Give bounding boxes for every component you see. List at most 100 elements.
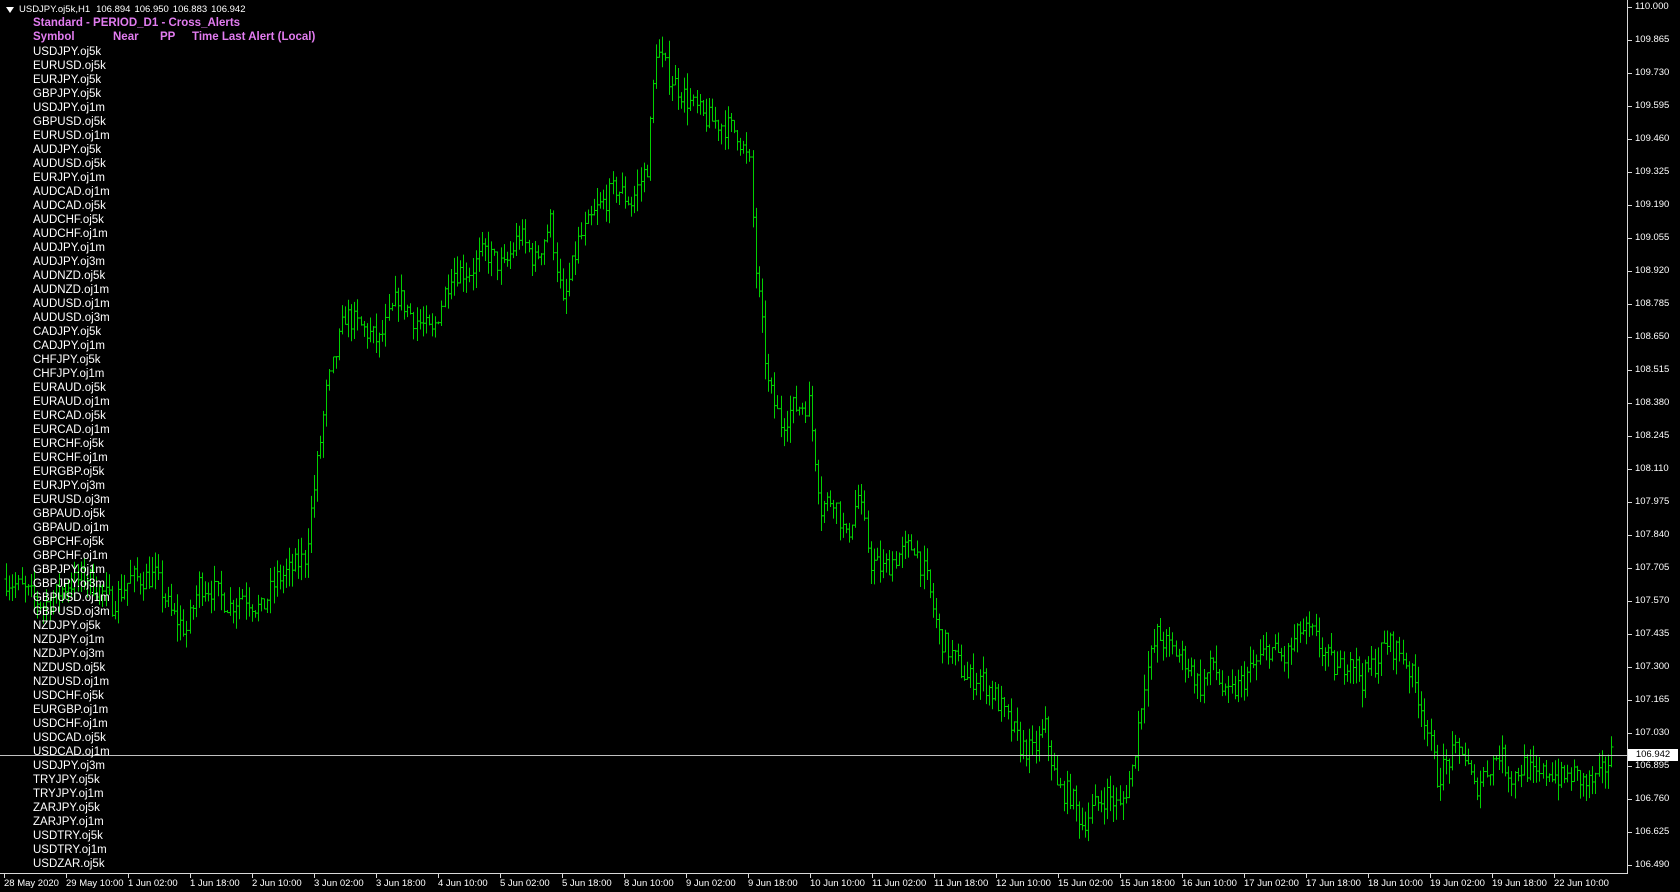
ohlc-bar: [1572, 759, 1577, 783]
time-tick-label: 15 Jun 18:00: [1120, 878, 1175, 889]
ohlc-bar: [1351, 659, 1356, 685]
ohlc-bar: [299, 537, 304, 581]
ohlc-bar: [315, 450, 320, 502]
ohlc-bar: [1276, 632, 1281, 653]
ohlc-bar: [284, 558, 289, 588]
ohlc-bar: [772, 372, 777, 419]
ohlc-bar: [545, 224, 550, 243]
ohlc-bar: [312, 475, 317, 518]
ohlc-bar: [511, 242, 516, 259]
ohlc-bar: [405, 304, 410, 318]
ohlc-bar: [875, 547, 880, 561]
ohlc-bar: [713, 106, 718, 129]
price-tick: [1628, 667, 1632, 668]
ohlc-bar: [1360, 663, 1365, 708]
ohlc-bar: [1236, 669, 1241, 703]
price-tick-label: 107.570: [1635, 595, 1670, 606]
ohlc-bar: [890, 551, 895, 582]
ohlc-bar: [704, 98, 709, 132]
ohlc-bar: [1609, 736, 1614, 768]
ohlc-bar: [701, 99, 706, 116]
time-tick-label: 1 Jun 18:00: [190, 878, 240, 889]
ohlc-bar: [1509, 771, 1514, 797]
ohlc-bar: [16, 574, 21, 591]
ohlc-bar: [1310, 623, 1315, 636]
chart-window[interactable]: USDJPY.oj5k,H1 106.894 106.950 106.883 106.…: [0, 0, 1680, 892]
ohlc-bar: [828, 490, 833, 507]
alert-symbol-row: NZDJPY.oj3m: [33, 648, 105, 660]
ohlc-bar: [912, 548, 917, 556]
price-tick: [1628, 634, 1632, 635]
ohlc-bar: [1450, 731, 1455, 771]
ohlc-bar: [1429, 718, 1434, 751]
ohlc-bar: [766, 353, 771, 392]
ohlc-bar: [408, 303, 413, 315]
ohlc-bar: [1519, 764, 1524, 788]
ohlc-bar: [555, 242, 560, 283]
time-tick-label: 3 Jun 02:00: [314, 878, 364, 889]
price-axis[interactable]: 110.000 109.865 109.730 109.595 109.460 109.3…: [1628, 0, 1680, 874]
ohlc-bar: [884, 553, 889, 573]
ohlc-bar: [411, 311, 416, 340]
ohlc-bar: [517, 225, 522, 250]
ohlc-bar: [1416, 666, 1421, 719]
price-tick: [1628, 304, 1632, 305]
time-axis[interactable]: 28 May 2020 29 May 10:00 1 Jun 02:00 1 Jun …: [0, 874, 1628, 892]
ohlc-bar: [1593, 772, 1598, 794]
ohlc-bar: [1528, 749, 1533, 781]
alert-symbol-row: EURAUD.oj1m: [33, 396, 110, 408]
price-tick: [1628, 337, 1632, 338]
ohlc-bar: [953, 649, 958, 666]
ohlc-bar: [527, 239, 532, 253]
ohlc-bar: [741, 140, 746, 154]
ohlc-bar: [365, 323, 370, 349]
ohlc-bar: [831, 499, 836, 519]
ohlc-bar: [1369, 646, 1374, 676]
alert-symbol-row: GBPAUD.oj1m: [33, 522, 109, 534]
ohlc-bar: [1320, 637, 1325, 667]
ohlc-bar: [946, 632, 951, 665]
ohlc-bar: [1279, 647, 1284, 662]
alert-symbol-row: AUDJPY.oj1m: [33, 242, 106, 254]
ohlc-bar: [670, 76, 675, 102]
ohlc-bar: [352, 301, 357, 340]
ohlc-bar: [598, 192, 603, 209]
ohlc-bar: [1453, 734, 1458, 754]
price-tick-label: 108.650: [1635, 331, 1670, 342]
ohlc-bar: [1323, 647, 1328, 671]
ohlc-bar: [623, 176, 628, 209]
ohlc-bar: [660, 36, 665, 68]
price-tick-label: 106.490: [1635, 859, 1670, 870]
price-tick: [1628, 370, 1632, 371]
price-tick: [1628, 205, 1632, 206]
ohlc-bar: [1401, 639, 1406, 665]
ohlc-bar: [747, 148, 752, 162]
alert-symbol-row: USDJPY.oj1m: [33, 102, 106, 114]
ohlc-bar: [1382, 630, 1387, 644]
price-tick: [1628, 469, 1632, 470]
ohlc-bar: [1177, 648, 1182, 663]
ohlc-bar: [931, 582, 936, 618]
ohlc-bar: [813, 428, 818, 472]
ohlc-bar: [1114, 787, 1119, 820]
ohlc-bar: [1133, 756, 1138, 769]
ohlc-bar: [583, 211, 588, 246]
time-tick-label: 16 Jun 10:00: [1182, 878, 1237, 889]
ohlc-bar: [679, 92, 684, 109]
ohlc-bar: [1071, 788, 1076, 810]
price-tick: [1628, 436, 1632, 437]
ohlc-bar: [393, 275, 398, 307]
ohlc-bar: [1015, 707, 1020, 741]
ohlc-bar: [586, 209, 591, 224]
alert-symbol-row: USDCAD.oj5k: [33, 732, 106, 744]
ohlc-bar: [1432, 730, 1437, 760]
ohlc-bar: [349, 304, 354, 342]
dropdown-triangle-icon[interactable]: [6, 6, 14, 13]
price-tick-label: 109.865: [1635, 34, 1670, 45]
chart-plot-area[interactable]: USDJPY.oj5k,H1 106.894 106.950 106.883 106.…: [0, 0, 1628, 874]
alert-symbol-row: CHFJPY.oj5k: [33, 354, 101, 366]
ohlc-bar: [614, 176, 619, 203]
ohlc-bar: [1198, 659, 1203, 703]
time-tick-label: 17 Jun 02:00: [1244, 878, 1299, 889]
alert-symbol-row: AUDNZD.oj5k: [33, 270, 106, 282]
